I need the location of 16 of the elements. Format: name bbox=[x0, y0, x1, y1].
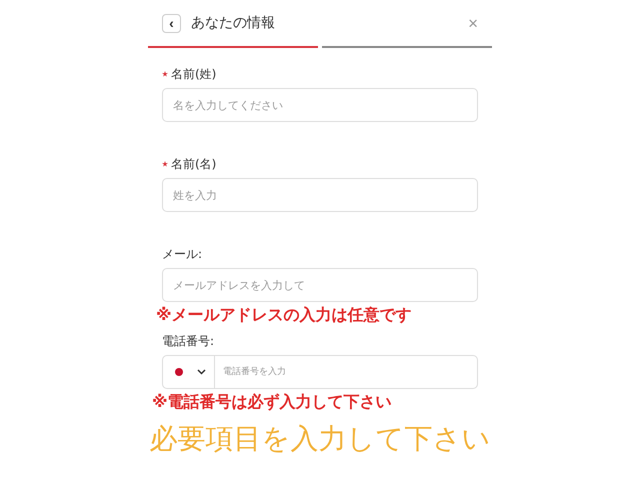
field-label: 電話番号: bbox=[162, 332, 214, 350]
input-field[interactable]: メールアドレスを入力して bbox=[162, 268, 478, 302]
caption-text: 必要項目を入力して下さい bbox=[150, 421, 490, 457]
field-label: メール: bbox=[162, 246, 202, 262]
back-button[interactable]: ‹ bbox=[162, 14, 181, 32]
field-label: 名前(姓) bbox=[171, 66, 216, 82]
chevron-icon[interactable] bbox=[197, 369, 206, 375]
phone-field[interactable]: 電話番号を入力 bbox=[162, 355, 478, 389]
field-label: 名前(名) bbox=[171, 156, 216, 172]
phone-number-input[interactable]: 電話番号を入力 bbox=[215, 356, 477, 388]
notice-text: ※電話番号は必ず入力して下さい bbox=[152, 392, 393, 413]
input-field[interactable]: 姓を入力 bbox=[162, 178, 478, 212]
dialog-title: あなたの情報 bbox=[191, 14, 276, 32]
flag-icon bbox=[175, 368, 183, 376]
input-field[interactable]: 名を入力してください bbox=[162, 88, 478, 122]
notice-text: ※メールアドレスの入力は任意です bbox=[156, 305, 413, 326]
